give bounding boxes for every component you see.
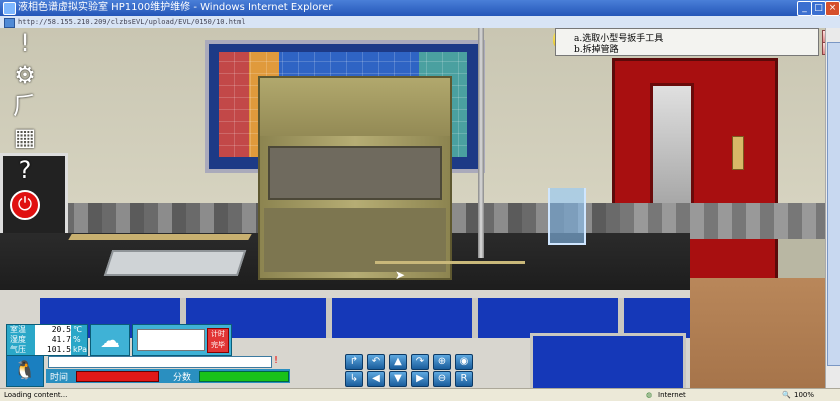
gear-icon[interactable]: ⚙ xyxy=(8,62,42,88)
timer-finish-button[interactable]: 计时 完毕 xyxy=(207,328,229,353)
instruction-panel: a.选取小型号扳手工具 b.拆掉管路 xyxy=(555,28,819,56)
timer-display xyxy=(137,329,205,351)
rotate-up-left-button[interactable]: ↱ xyxy=(345,354,363,370)
move-left-button[interactable]: ◀ xyxy=(367,371,385,387)
mouse-cursor-icon: ➤ xyxy=(395,268,406,282)
help-icon[interactable]: ? xyxy=(8,157,42,183)
move-right-button[interactable]: ▶ xyxy=(411,371,429,387)
lab-stand-pole xyxy=(478,28,484,258)
maximize-button[interactable]: □ xyxy=(811,1,826,16)
wrench-icon[interactable]: ⺁ xyxy=(8,93,42,119)
zoom-out-button[interactable]: ⊖ xyxy=(433,371,451,387)
humidity-row: 湿度 41.7 % xyxy=(10,335,81,345)
bench-ruler xyxy=(68,234,252,240)
hplc-instrument[interactable] xyxy=(258,76,452,280)
zoom-in-button[interactable]: ⊕ xyxy=(433,354,451,370)
globe-icon: ◍ xyxy=(646,391,653,399)
door-handle xyxy=(732,136,744,170)
close-button[interactable]: × xyxy=(825,1,840,16)
avatar-icon[interactable]: 🐧 xyxy=(6,355,44,387)
grid-icon[interactable]: ▦ xyxy=(8,124,42,150)
environment-panel: 室温 20.5 ℃ 湿度 41.7 % 气压 101.5 kPa xyxy=(6,324,88,356)
timer-panel: 计时 完毕 xyxy=(132,324,232,356)
warning-icon: ! xyxy=(274,355,279,366)
window-title-bar[interactable]: 液相色谱虚拟实验室 HP1100维护维修 - Windows Internet … xyxy=(0,0,840,16)
time-bar xyxy=(76,371,159,382)
temperature-row: 室温 20.5 ℃ xyxy=(10,325,82,335)
window-title: 液相色谱虚拟实验室 HP1100维护维修 - Windows Internet … xyxy=(18,2,333,13)
pump-module[interactable] xyxy=(268,146,442,200)
exclamation-icon[interactable]: ! xyxy=(8,30,42,56)
view-eye-button[interactable]: ◉ xyxy=(455,354,473,370)
move-down-button[interactable]: ▼ xyxy=(389,371,407,387)
time-label: 时间 xyxy=(50,373,69,383)
move-up-button[interactable]: ▲ xyxy=(389,354,407,370)
power-icon[interactable]: ⏻ xyxy=(10,190,40,220)
step-b: b.拆掉管路 xyxy=(574,45,619,55)
tool-tray[interactable] xyxy=(103,250,247,276)
score-bar xyxy=(199,371,289,382)
humidity-value: 41.7 xyxy=(35,335,71,345)
minimize-button[interactable]: _ xyxy=(797,1,812,16)
message-bar xyxy=(48,356,272,368)
cabinet-door xyxy=(530,333,686,388)
waste-beaker[interactable] xyxy=(548,188,586,245)
rotate-down-left-button[interactable]: ↳ xyxy=(345,371,363,387)
zone-label: Internet xyxy=(658,391,686,399)
loading-status: Loading content... xyxy=(4,391,68,399)
address-url[interactable]: http://58.155.210.209/clzbsEVL/upload/EV… xyxy=(18,16,246,28)
zoom-level[interactable]: 100% xyxy=(794,389,814,401)
pressure-row: 气压 101.5 kPa xyxy=(10,345,87,355)
tubing-fitting[interactable] xyxy=(375,261,525,264)
score-label: 分数 xyxy=(173,373,192,383)
pressure-value: 101.5 xyxy=(35,345,71,355)
solvent-tray-module xyxy=(260,78,450,136)
rotate-right-button[interactable]: ↷ xyxy=(411,354,429,370)
scrollbar-thumb[interactable] xyxy=(827,42,840,366)
temperature-value: 20.5 xyxy=(35,325,71,335)
ie-icon xyxy=(3,2,16,15)
vertical-scrollbar[interactable] xyxy=(825,28,840,388)
weather-cloud-icon: ☁ xyxy=(90,324,130,356)
rotate-left-button[interactable]: ↶ xyxy=(367,354,385,370)
browser-status-bar: Loading content... ◍ Internet 🔍 100% xyxy=(0,388,840,401)
status-row: 时间 分数 xyxy=(46,369,290,383)
reset-view-button[interactable]: R xyxy=(455,371,473,387)
zoom-icon[interactable]: 🔍 xyxy=(782,389,791,401)
page-icon xyxy=(4,18,15,28)
